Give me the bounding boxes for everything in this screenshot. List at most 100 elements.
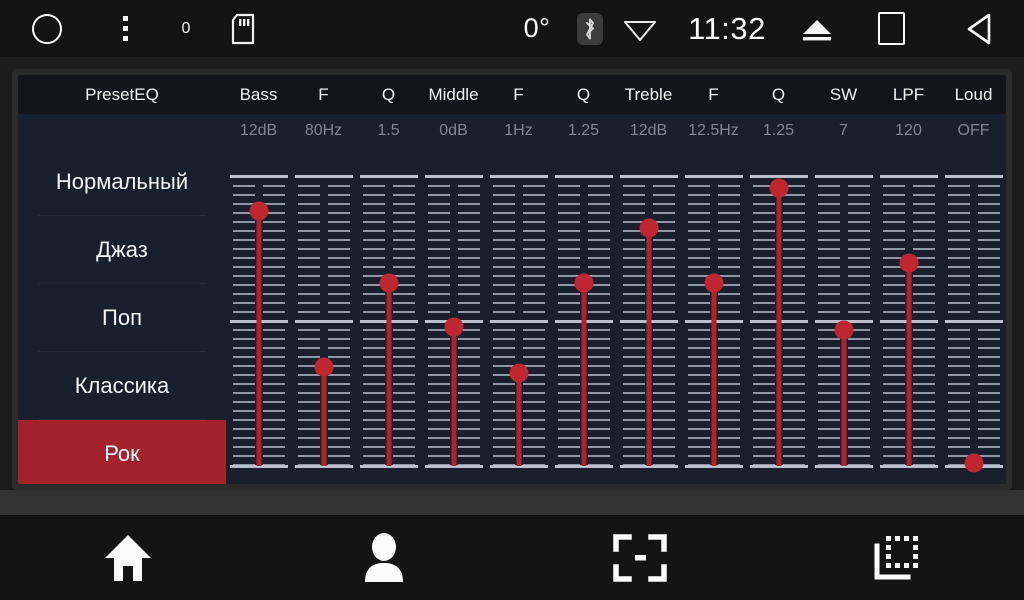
equalizer-frame: PresetEQ Bass F Q Middle F Q Treble F Q SW LPF Loud… xyxy=(12,69,1012,490)
status-bar: 0 0° 11:32 xyxy=(0,0,1024,57)
slider-10[interactable] xyxy=(876,148,941,484)
preset-label: Джаз xyxy=(96,236,148,262)
column-header-3: Middle xyxy=(428,84,479,104)
app-root: 0 0° 11:32 PresetEQ Bass F Q Middle F Q … xyxy=(0,0,1024,600)
column-value-8: 1.25 xyxy=(762,122,795,139)
slider-major-tick xyxy=(294,174,353,178)
slider-track[interactable] xyxy=(486,174,551,468)
slider-fill xyxy=(386,283,391,466)
preset-label: Нормальный xyxy=(55,168,189,194)
slider-track[interactable] xyxy=(746,174,811,468)
slider-knob[interactable] xyxy=(834,320,853,340)
back-triangle-icon[interactable] xyxy=(934,12,1024,46)
slider-0[interactable] xyxy=(226,148,291,484)
slider-knob[interactable] xyxy=(574,273,593,293)
slider-knob[interactable] xyxy=(769,178,788,198)
slider-5[interactable] xyxy=(551,148,616,484)
slider-track[interactable] xyxy=(291,174,356,468)
equalizer-panel: PresetEQ Bass F Q Middle F Q Treble F Q SW LPF Loud… xyxy=(18,75,1006,484)
column-header-0: Bass xyxy=(239,84,278,104)
wifi-icon[interactable] xyxy=(612,16,668,42)
column-value-11: OFF xyxy=(957,122,990,139)
slider-track[interactable] xyxy=(226,174,291,468)
slider-major-tick xyxy=(749,174,808,178)
slider-major-tick xyxy=(944,319,1003,323)
slider-6[interactable] xyxy=(616,148,681,484)
slider-fill xyxy=(516,373,521,466)
slider-track[interactable] xyxy=(551,174,616,468)
preset-label: Классика xyxy=(74,372,170,398)
slider-knob[interactable] xyxy=(444,317,463,337)
person-icon[interactable] xyxy=(256,532,512,584)
slider-track[interactable] xyxy=(681,174,746,468)
column-header-6: Treble xyxy=(624,84,673,104)
column-header-1: F xyxy=(318,84,329,104)
preset-label: Поп xyxy=(102,304,142,330)
preset-item-1[interactable]: Джаз xyxy=(38,216,206,284)
slider-knob[interactable] xyxy=(314,357,333,377)
column-value-6: 12dB xyxy=(629,122,668,139)
column-value-3: 0dB xyxy=(439,122,468,139)
slider-fill xyxy=(841,329,846,466)
preset-item-3[interactable]: Классика xyxy=(38,352,206,420)
slider-knob[interactable] xyxy=(704,273,723,293)
slider-fill xyxy=(451,326,456,466)
column-header-4: F xyxy=(513,84,524,104)
preset-item-4[interactable]: Рок xyxy=(18,420,226,484)
slider-knob[interactable] xyxy=(249,201,268,221)
column-header-10: LPF xyxy=(892,84,925,104)
focus-minus-icon[interactable] xyxy=(512,533,768,583)
preset-item-0[interactable]: Нормальный xyxy=(38,148,206,216)
sd-card-icon[interactable] xyxy=(216,13,270,45)
slider-knob[interactable] xyxy=(509,363,528,383)
slider-major-tick xyxy=(489,174,548,178)
column-value-row: 12dB 80Hz 1.5 0dB 1Hz 1.25 12dB 12.5Hz 1.25 7 120 O… xyxy=(18,114,1006,148)
temperature-label: 0° xyxy=(523,13,551,43)
slider-4[interactable] xyxy=(486,148,551,484)
slider-8[interactable] xyxy=(746,148,811,484)
preset-item-2[interactable]: Поп xyxy=(38,284,206,352)
slider-track[interactable] xyxy=(616,174,681,468)
slider-3[interactable] xyxy=(421,148,486,484)
slider-track[interactable] xyxy=(421,174,486,468)
slider-major-tick xyxy=(229,174,288,178)
slider-9[interactable] xyxy=(811,148,876,484)
column-value-5: 1.25 xyxy=(567,122,600,139)
overflow-menu-icon[interactable] xyxy=(94,16,156,41)
square-icon[interactable] xyxy=(848,12,934,45)
slider-major-tick xyxy=(879,174,938,178)
column-header-5: Q xyxy=(576,84,591,104)
slider-group xyxy=(226,148,1006,484)
slider-major-tick xyxy=(294,319,353,323)
preset-label: Рок xyxy=(104,441,140,466)
slider-knob[interactable] xyxy=(639,218,658,238)
circle-icon[interactable] xyxy=(0,13,94,44)
eject-icon[interactable] xyxy=(786,16,848,42)
slider-track[interactable] xyxy=(941,174,1006,473)
slider-track[interactable] xyxy=(876,174,941,468)
recents-icon[interactable] xyxy=(768,532,1024,584)
panel-bottom-gap xyxy=(0,490,1024,515)
column-value-7: 12.5Hz xyxy=(688,122,739,139)
column-header-8: Q xyxy=(771,84,786,104)
slider-1[interactable] xyxy=(291,148,356,484)
slider-knob[interactable] xyxy=(964,453,983,473)
slider-fill xyxy=(906,263,911,466)
slider-fill xyxy=(711,283,716,466)
clock-label: 11:32 xyxy=(688,10,766,46)
home-icon[interactable] xyxy=(0,532,256,584)
slider-knob[interactable] xyxy=(379,273,398,293)
slider-track[interactable] xyxy=(356,174,421,468)
column-value-10: 120 xyxy=(895,122,922,139)
column-value-0: 12dB xyxy=(239,122,278,139)
slider-knob[interactable] xyxy=(899,253,918,273)
preset-list[interactable]: Нормальный Джаз Поп Классика Рок xyxy=(18,148,226,484)
navigation-bar xyxy=(0,515,1024,600)
slider-track[interactable] xyxy=(811,174,876,468)
bluetooth-icon[interactable] xyxy=(568,12,612,45)
slider-11[interactable] xyxy=(941,148,1006,484)
slider-7[interactable] xyxy=(681,148,746,484)
slider-2[interactable] xyxy=(356,148,421,484)
column-value-2: 1.5 xyxy=(377,122,400,139)
slider-fill xyxy=(321,367,326,466)
